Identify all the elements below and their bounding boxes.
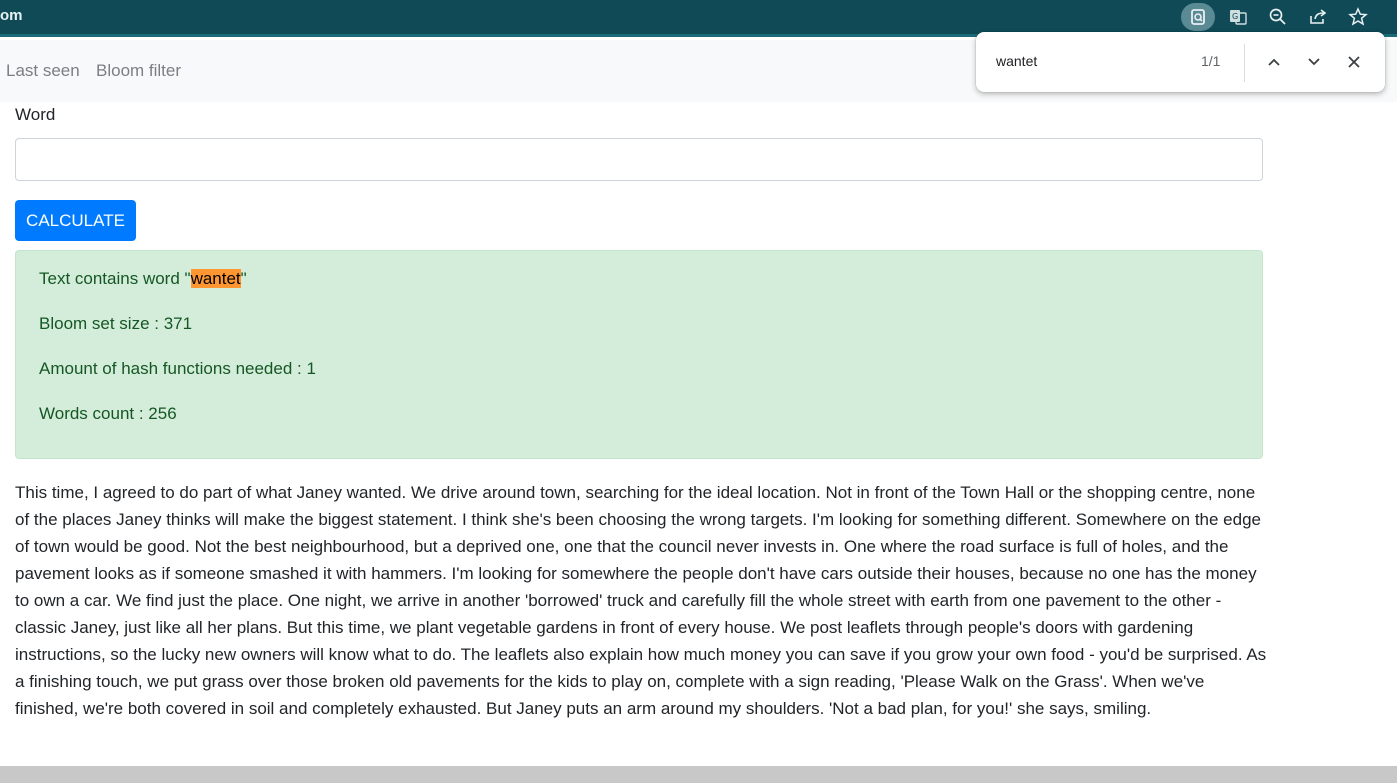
close-icon xyxy=(1348,56,1360,68)
search-highlight: wantet xyxy=(190,269,241,288)
address-bar-text[interactable]: om xyxy=(0,7,23,24)
words-count: Words count : 256 xyxy=(39,404,177,423)
find-bar: wantet 1/1 xyxy=(976,32,1385,92)
word-input[interactable] xyxy=(15,138,1263,181)
source-text: This time, I agreed to do part of what J… xyxy=(15,483,1267,718)
share-icon[interactable] xyxy=(1301,3,1335,31)
bloom-set-size: Bloom set size : 371 xyxy=(39,314,193,333)
zoom-out-icon[interactable] xyxy=(1261,3,1295,31)
find-input[interactable]: wantet xyxy=(996,53,1037,69)
nav-link-last-seen[interactable]: Last seen xyxy=(6,61,80,81)
bookmark-star-icon[interactable] xyxy=(1341,3,1375,31)
hash-functions-count: Amount of hash functions needed : 1 xyxy=(39,359,316,378)
calculate-button[interactable]: CALCULATE xyxy=(15,200,136,241)
find-previous-button[interactable] xyxy=(1262,50,1286,74)
chevron-up-icon xyxy=(1268,58,1280,66)
browser-action-icons: G xyxy=(1181,3,1375,31)
find-in-page-icon[interactable] xyxy=(1181,3,1215,31)
svg-text:G: G xyxy=(1232,12,1238,21)
result-alert: Text contains word "wantet" Bloom set si… xyxy=(15,250,1263,459)
nav-link-bloom-filter[interactable]: Bloom filter xyxy=(96,61,181,81)
translate-icon[interactable]: G xyxy=(1221,3,1255,31)
chevron-down-icon xyxy=(1308,58,1320,66)
word-label: Word xyxy=(15,105,56,124)
horizontal-scrollbar[interactable] xyxy=(0,766,1397,783)
find-match-count: 1/1 xyxy=(1201,53,1221,69)
find-close-button[interactable] xyxy=(1342,50,1366,74)
contains-word-line: Text contains word "wantet" xyxy=(39,269,247,288)
find-next-button[interactable] xyxy=(1302,50,1326,74)
find-divider xyxy=(1244,44,1245,82)
